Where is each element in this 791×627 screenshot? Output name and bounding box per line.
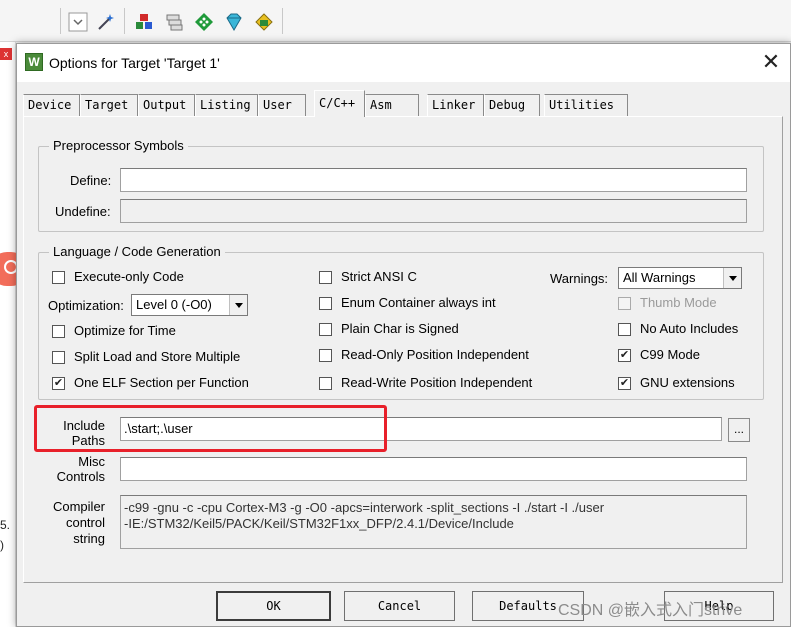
group-title: Preprocessor Symbols: [49, 138, 188, 153]
tab-target[interactable]: Target: [80, 94, 138, 116]
close-button[interactable]: ✕: [756, 48, 786, 78]
checkbox-label: GNU extensions: [640, 375, 735, 390]
optimization-value: Level 0 (-O0): [136, 297, 212, 312]
checkbox-box[interactable]: [319, 297, 332, 310]
close-tab-badge[interactable]: x: [0, 48, 12, 60]
define-label: Define:: [70, 173, 112, 188]
label-line: Include: [63, 418, 105, 433]
defaults-button[interactable]: Defaults: [472, 591, 584, 621]
diamond-dots-icon[interactable]: [194, 12, 214, 32]
optimization-select[interactable]: Level 0 (-O0): [131, 294, 248, 316]
checkbox-box[interactable]: [618, 323, 631, 336]
cancel-button[interactable]: Cancel: [344, 591, 455, 621]
checkbox-box: [618, 297, 631, 310]
checkbox-box[interactable]: [319, 271, 332, 284]
warnings-label: Warnings:: [550, 271, 609, 286]
checkbox-label: One ELF Section per Function: [74, 375, 249, 390]
checkbox-label: C99 Mode: [640, 347, 700, 362]
tab-output[interactable]: Output: [138, 94, 195, 116]
warnings-value: All Warnings: [623, 270, 696, 285]
label-line: Paths: [71, 433, 105, 448]
label-line: Controls: [56, 469, 105, 484]
gem-icon[interactable]: [224, 12, 244, 32]
tab-linker[interactable]: Linker: [427, 94, 484, 116]
dialog-title: Options for Target 'Target 1': [49, 55, 220, 71]
manage-components-icon[interactable]: [134, 12, 154, 32]
checkbox-label: Strict ANSI C: [341, 269, 417, 284]
toolbar-separator: [124, 8, 125, 34]
browse-button[interactable]: ...: [728, 418, 750, 442]
checkbox-label: Read-Write Position Independent: [341, 375, 533, 390]
toolbar-separator: [60, 8, 61, 34]
tab-device[interactable]: Device: [23, 94, 80, 116]
stack-icon[interactable]: [164, 12, 184, 32]
magic-wand-icon[interactable]: [96, 12, 116, 32]
tab-user[interactable]: User: [258, 94, 306, 116]
ide-toolbar: [0, 0, 791, 42]
title-bar: W Options for Target 'Target 1' ✕: [17, 44, 790, 82]
compiler-string-line: -IE:/STM32/Keil5/PACK/Keil/STM32F1xx_DFP…: [124, 516, 514, 531]
ok-button[interactable]: OK: [216, 591, 331, 621]
tab-c-c[interactable]: C/C++: [314, 90, 365, 117]
checkbox-box[interactable]: [52, 351, 65, 364]
checkbox-label: Enum Container always int: [341, 295, 496, 310]
checkbox-label: Read-Only Position Independent: [341, 347, 529, 362]
checkbox-box[interactable]: [319, 323, 332, 336]
warnings-select[interactable]: All Warnings: [618, 267, 742, 289]
checkbox-box[interactable]: [319, 377, 332, 390]
background-text: ): [0, 538, 4, 552]
checkbox-label: No Auto Includes: [640, 321, 739, 336]
chevron-down-icon[interactable]: [723, 268, 741, 288]
checkbox-label: Execute-only Code: [74, 269, 184, 284]
help-button[interactable]: Help: [664, 591, 774, 621]
checkbox-label: Optimize for Time: [74, 323, 176, 338]
compiler-string-line: -c99 -gnu -c -cpu Cortex-M3 -g -O0 -apcs…: [124, 500, 605, 515]
label-line: control: [65, 515, 105, 530]
optimization-label: Optimization:: [48, 298, 124, 313]
dropdown-icon[interactable]: [68, 12, 88, 32]
label-line: Misc: [78, 454, 105, 469]
background-text: 5.: [0, 518, 11, 532]
tab-utilities[interactable]: Utilities: [544, 94, 628, 116]
app-icon: W: [25, 53, 43, 71]
tab-listing[interactable]: Listing: [195, 94, 258, 116]
misc-controls-field[interactable]: [120, 457, 747, 481]
chevron-down-icon[interactable]: [229, 295, 247, 315]
checkbox-box[interactable]: [319, 349, 332, 362]
misc-controls-label: Misc Controls: [56, 454, 105, 484]
undefine-field[interactable]: [120, 199, 747, 223]
checkbox-label: Plain Char is Signed: [341, 321, 459, 336]
include-paths-field[interactable]: .\start;.\user: [120, 417, 722, 441]
compiler-control-label: Compiler control string: [52, 499, 105, 547]
pack-installer-icon[interactable]: [254, 12, 274, 32]
compiler-control-string[interactable]: -c99 -gnu -c -cpu Cortex-M3 -g -O0 -apcs…: [120, 495, 747, 549]
checkbox-box[interactable]: [52, 325, 65, 338]
group-title: Language / Code Generation: [49, 244, 225, 259]
checkbox-box[interactable]: [52, 271, 65, 284]
label-line: Compiler: [52, 499, 105, 514]
undefine-label: Undefine:: [55, 204, 111, 219]
label-line: string: [73, 531, 105, 546]
tab-debug[interactable]: Debug: [484, 94, 540, 116]
checkbox-label: Thumb Mode: [640, 295, 717, 310]
checkmark-icon[interactable]: ✔: [618, 349, 631, 362]
checkbox-label: Split Load and Store Multiple: [74, 349, 241, 364]
checkmark-icon[interactable]: ✔: [52, 377, 65, 390]
define-field[interactable]: [120, 168, 747, 192]
toolbar-separator: [282, 8, 283, 34]
checkmark-icon[interactable]: ✔: [618, 377, 631, 390]
ide-left-pane: x 5. ): [0, 42, 28, 627]
tab-asm[interactable]: Asm: [365, 94, 419, 116]
include-paths-label: Include Paths: [61, 418, 105, 448]
